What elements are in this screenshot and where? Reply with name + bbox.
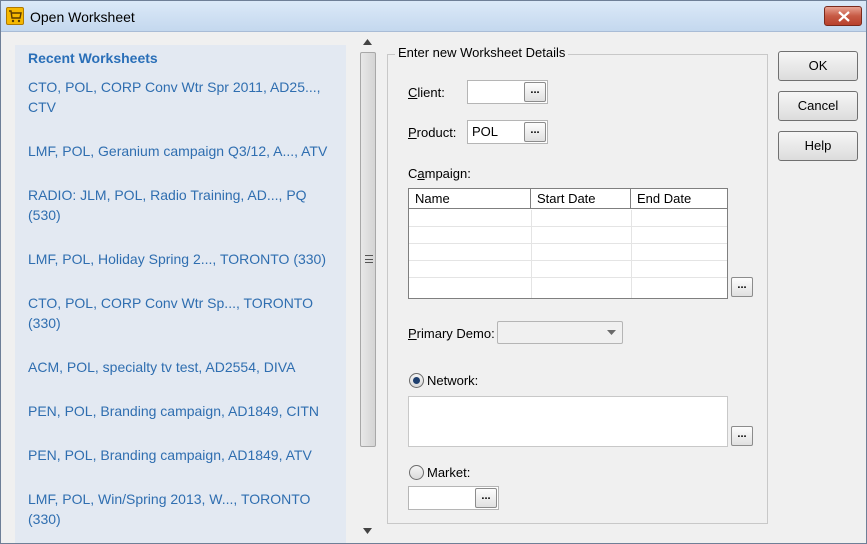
primary-demo-label: Primary Demo: <box>408 326 495 341</box>
column-header-end-date[interactable]: End Date <box>631 189 727 209</box>
column-header-name[interactable]: Name <box>409 189 531 209</box>
client-label: Client: <box>408 85 445 100</box>
campaign-grid[interactable]: Name Start Date End Date <box>408 188 728 299</box>
scrollbar-thumb[interactable] <box>360 52 376 447</box>
chevron-down-icon <box>607 330 616 335</box>
campaign-browse-button[interactable]: ... <box>731 277 753 297</box>
help-button[interactable]: Help <box>778 131 858 161</box>
recent-worksheet-link[interactable]: LMF, POL, Geranium campaign Q3/12, A...,… <box>28 141 338 161</box>
recent-worksheet-link[interactable]: LMF, POL, Win/Spring 2013, W..., TORONTO… <box>28 489 338 529</box>
primary-demo-dropdown[interactable] <box>497 321 623 344</box>
network-label: Network: <box>427 373 479 388</box>
recent-worksheet-link[interactable]: ACM, POL, specialty tv test, AD2554, DIV… <box>28 357 338 377</box>
recent-worksheets-panel: Recent Worksheets CTO, POL, CORP Conv Wt… <box>15 45 346 543</box>
recent-worksheet-link[interactable]: PEN, POL, Branding campaign, AD1849, ATV <box>28 445 338 465</box>
recent-worksheet-link[interactable]: PEN, POL, Branding campaign, AD1849, CIT… <box>28 401 338 421</box>
campaign-grid-header: Name Start Date End Date <box>409 189 727 209</box>
product-label: Product: <box>408 125 457 140</box>
title-bar: Open Worksheet <box>1 1 866 32</box>
group-title: Enter new Worksheet Details <box>395 45 569 60</box>
scroll-up-icon[interactable] <box>363 39 372 45</box>
network-list[interactable] <box>408 396 728 447</box>
campaign-label: Campaign: <box>408 166 471 181</box>
grip-icon <box>365 255 373 263</box>
cancel-button[interactable]: Cancel <box>778 91 858 121</box>
cart-app-icon <box>6 7 24 25</box>
client-browse-button[interactable]: ... <box>524 82 546 102</box>
panel-scrollbar[interactable] <box>359 34 377 542</box>
window-title: Open Worksheet <box>30 9 135 25</box>
column-header-start-date[interactable]: Start Date <box>531 189 631 209</box>
close-icon <box>838 11 850 22</box>
product-browse-button[interactable]: ... <box>524 122 546 142</box>
network-browse-button[interactable]: ... <box>731 426 753 446</box>
market-label: Market: <box>427 465 471 480</box>
recent-worksheet-link[interactable]: RADIO: JLM, POL, Radio Training, AD..., … <box>28 185 338 225</box>
market-browse-button[interactable]: ... <box>475 488 497 508</box>
ok-button[interactable]: OK <box>778 51 858 81</box>
scroll-down-icon[interactable] <box>363 528 372 534</box>
close-button[interactable] <box>824 6 862 26</box>
open-worksheet-dialog: Open Worksheet Recent Worksheets CTO, PO… <box>0 0 867 544</box>
recent-worksheet-link[interactable]: CTO, POL, CORP Conv Wtr Spr 2011, AD25..… <box>28 77 338 117</box>
recent-worksheet-link[interactable]: CTO, POL, CORP Conv Wtr Sp..., TORONTO (… <box>28 293 338 333</box>
recent-worksheets-heading: Recent Worksheets <box>28 50 158 66</box>
market-radio[interactable] <box>409 465 424 480</box>
recent-worksheet-link[interactable]: LMF, POL, Holiday Spring 2..., TORONTO (… <box>28 249 338 269</box>
network-radio[interactable] <box>409 373 424 388</box>
